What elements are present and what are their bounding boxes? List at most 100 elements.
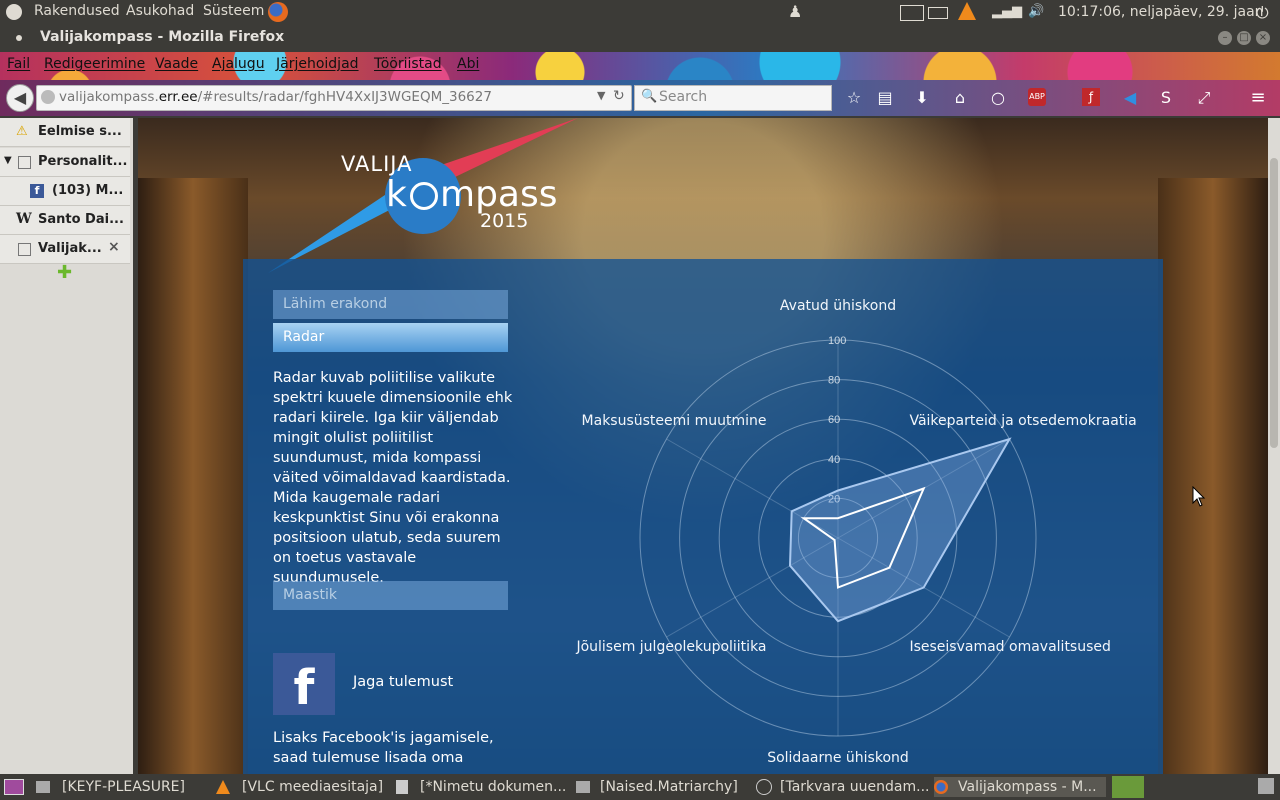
site-identity-icon[interactable] xyxy=(41,90,55,104)
url-bar[interactable]: valijakompass.err.ee/#results/radar/fghH… xyxy=(36,85,632,111)
text-editor-icon xyxy=(396,780,408,794)
facebook-icon: f xyxy=(30,184,44,198)
keyboard-icon[interactable] xyxy=(900,5,924,21)
logo-mpass: mpass xyxy=(440,174,558,215)
page-scrollbar[interactable] xyxy=(1268,118,1280,774)
site-logo[interactable]: VALIJA k mpass 2015 xyxy=(268,118,588,278)
nearest-party-button[interactable]: Lähim erakond xyxy=(273,290,508,319)
tab-item[interactable]: ⚠ Eelmise s... xyxy=(0,118,130,147)
screenshot-icon[interactable]: S xyxy=(1156,88,1176,108)
hamburger-menu-icon[interactable]: ≡ xyxy=(1248,88,1268,108)
download-icon[interactable]: ⬇ xyxy=(912,88,932,108)
search-bar[interactable]: 🔍 Search xyxy=(634,85,832,111)
radar-series-polygon xyxy=(788,437,1012,623)
close-button[interactable]: × xyxy=(1256,31,1270,45)
taskbar-item[interactable]: [Tarkvara uuendam... xyxy=(756,777,928,797)
taskbar-item[interactable]: [KEYF-PLEASURE] xyxy=(36,777,208,797)
window-icon xyxy=(576,781,590,793)
tab-label: Personalit... xyxy=(38,154,128,169)
terrain-button[interactable]: Maastik xyxy=(273,581,508,610)
menu-view[interactable]: Vaade xyxy=(155,56,198,72)
update-manager-icon xyxy=(756,779,772,795)
taskbar-item-label: Valijakompass - M... xyxy=(958,779,1097,795)
menu-places[interactable]: Asukohad xyxy=(126,3,194,19)
radar-axis-label: Jõulisem julgeolekupoliitika xyxy=(575,639,766,655)
resize-addon-icon[interactable]: ⤢ xyxy=(1194,88,1214,108)
taskbar-item[interactable]: [VLC meediaesitaja] xyxy=(216,777,388,797)
share-addon-icon[interactable]: ◀ xyxy=(1120,88,1140,108)
radar-axis-label: Solidaarne ühiskond xyxy=(767,750,909,766)
taskbar-item-label: [KEYF-PLEASURE] xyxy=(62,779,185,795)
warning-icon: ⚠ xyxy=(16,124,28,139)
ubuntu-logo-icon[interactable] xyxy=(6,4,22,20)
tab-label: (103) M... xyxy=(52,183,124,198)
search-addon-icon[interactable]: ○ xyxy=(988,88,1008,108)
radar-axis-label: Avatud ühiskond xyxy=(780,298,896,314)
taskbar-item-label: [*Nimetu dokumen... xyxy=(420,779,567,795)
url-domain: err.ee xyxy=(158,89,198,105)
logo-year: 2015 xyxy=(480,210,529,232)
radar-chart: 20406080100Avatud ühiskondVäikeparteid j… xyxy=(575,298,1136,766)
bookmark-star-icon[interactable]: ☆ xyxy=(844,88,864,108)
taskbar-item-label: [VLC meediaesitaja] xyxy=(242,779,384,795)
share-result-label[interactable]: Jaga tulemust xyxy=(353,674,453,690)
scrollbar-thumb[interactable] xyxy=(1270,158,1278,448)
menu-tools[interactable]: Tööriistad xyxy=(374,56,442,72)
search-icon: 🔍 xyxy=(641,89,658,104)
window-title: Valijakompass - Mozilla Firefox xyxy=(40,29,285,45)
taskbar-item[interactable]: [Naised.Matriarchy] xyxy=(576,777,748,797)
taskbar: [KEYF-PLEASURE] [VLC meediaesitaja] [*Ni… xyxy=(0,774,1280,800)
trash-icon[interactable] xyxy=(1258,778,1274,794)
reload-icon[interactable]: ↻ xyxy=(613,88,625,104)
menu-system[interactable]: Süsteem xyxy=(203,3,264,19)
url-dropdown-icon[interactable]: ▼ xyxy=(597,89,605,102)
vlc-tray-icon[interactable] xyxy=(958,2,976,20)
menu-bookmarks[interactable]: Järjehoidjad xyxy=(276,56,359,72)
back-button[interactable]: ◀ xyxy=(6,84,34,112)
taskbar-item-label: [Tarkvara uuendam... xyxy=(780,779,928,795)
menu-applications[interactable]: Rakendused xyxy=(34,3,120,19)
radar-button[interactable]: Radar xyxy=(273,323,508,352)
firefox-icon xyxy=(934,780,948,794)
tab-item[interactable]: f (103) M... xyxy=(0,177,130,206)
bookmarks-list-icon[interactable]: ▤ xyxy=(875,88,895,108)
facebook-share-icon[interactable]: f xyxy=(273,653,335,716)
menu-history[interactable]: Ajalugu xyxy=(212,56,265,72)
home-icon[interactable]: ⌂ xyxy=(950,88,970,108)
page-icon xyxy=(18,243,31,256)
show-desktop-icon[interactable] xyxy=(4,779,24,795)
wikipedia-icon: W xyxy=(16,211,32,227)
firefox-launcher-icon[interactable] xyxy=(268,2,288,22)
logo-k: k xyxy=(386,174,407,215)
window-menu-icon[interactable] xyxy=(16,35,22,41)
taskbar-item[interactable]: [*Nimetu dokumen... xyxy=(396,777,568,797)
background-curtain-left xyxy=(138,178,248,774)
power-icon[interactable]: ⏻ xyxy=(1256,3,1269,23)
radar-tick-label: 40 xyxy=(828,454,840,466)
close-tab-icon[interactable]: × xyxy=(108,239,120,255)
minimize-button[interactable]: – xyxy=(1218,31,1232,45)
clock[interactable]: 10:17:06, neljapäev, 29. jaan xyxy=(1058,4,1264,20)
flash-icon[interactable]: ƒ xyxy=(1082,88,1100,106)
menu-help[interactable]: Abi xyxy=(457,56,479,72)
battery-icon[interactable] xyxy=(928,7,948,19)
tab-item[interactable]: W Santo Dai... xyxy=(0,206,130,235)
vlc-icon xyxy=(216,780,230,794)
user-icon[interactable]: ♟ xyxy=(788,2,808,22)
collapse-arrow-icon[interactable]: ▼ xyxy=(4,155,12,166)
logo-line1: VALIJA xyxy=(341,152,413,176)
menu-edit[interactable]: Redigeerimine xyxy=(44,56,145,72)
adblock-icon[interactable]: ABP xyxy=(1028,88,1046,106)
menubar: Fail Redigeerimine Vaade Ajalugu Järjeho… xyxy=(0,52,1280,80)
radar-description: Radar kuvab poliitilise valikute spektri… xyxy=(273,370,513,586)
volume-icon[interactable]: 🔊 xyxy=(1028,4,1044,19)
tab-item[interactable]: ▼ Personalit... xyxy=(0,148,130,177)
radar-tick-label: 80 xyxy=(828,375,840,387)
new-tab-plus-icon[interactable]: ✚ xyxy=(57,262,72,283)
tab-item[interactable]: Valijak... × xyxy=(0,235,130,264)
taskbar-item-active[interactable]: Valijakompass - M... xyxy=(934,777,1106,797)
menu-file[interactable]: Fail xyxy=(7,56,30,72)
network-icon[interactable]: ▂▄▆ xyxy=(992,4,1022,19)
workspace-switcher[interactable] xyxy=(1112,776,1144,798)
maximize-button[interactable]: □ xyxy=(1237,31,1251,45)
